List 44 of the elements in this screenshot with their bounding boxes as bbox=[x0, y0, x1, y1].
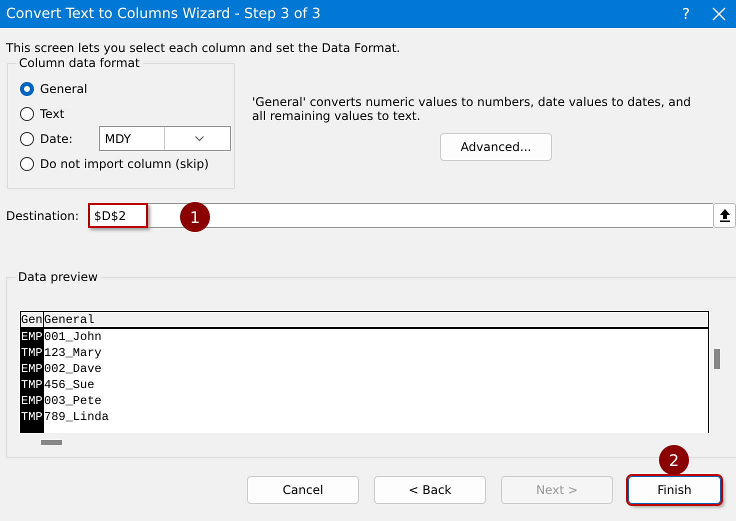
destination-value[interactable]: $D$2 bbox=[88, 203, 148, 228]
preview-cell: EMP bbox=[21, 361, 43, 377]
wizard-button[interactable]: Finish bbox=[628, 476, 721, 504]
preview-cell: EMP bbox=[21, 393, 43, 409]
preview-cell: TMP bbox=[21, 409, 43, 425]
preview-cell-text: 123_Mary bbox=[44, 345, 103, 361]
step-badge: 2 bbox=[659, 445, 689, 475]
column-header[interactable]: General bbox=[44, 312, 708, 329]
radio-label[interactable]: Text bbox=[40, 106, 64, 120]
close-icon[interactable] bbox=[712, 7, 726, 21]
radio-button[interactable] bbox=[20, 106, 34, 120]
wizard-button[interactable]: Cancel bbox=[247, 476, 359, 504]
wizard-button[interactable]: < Back bbox=[374, 476, 486, 504]
radio-label[interactable]: General bbox=[40, 82, 88, 96]
destination-label: Destination: bbox=[6, 208, 80, 222]
collapse-button[interactable] bbox=[713, 203, 736, 228]
upload-arrow-icon bbox=[720, 209, 730, 222]
step-badge: 1 bbox=[180, 202, 210, 232]
column-header[interactable]: Gen bbox=[21, 312, 43, 329]
preview-cell-text: 001_John bbox=[44, 329, 103, 345]
chevron-down-icon bbox=[195, 136, 204, 142]
description-text: 'General' converts numeric values to numbers, date values to dates, and all remaining values to text. bbox=[252, 95, 692, 123]
help-button[interactable]: ? bbox=[666, 5, 706, 23]
radio-label[interactable]: Date: bbox=[40, 132, 73, 146]
preview-cell: TMP bbox=[21, 345, 43, 361]
scrollbar-thumb[interactable] bbox=[714, 349, 720, 369]
group-label: Column data format bbox=[16, 56, 143, 70]
radio-label[interactable]: Do not import column (skip) bbox=[40, 156, 209, 170]
preview-cell: TMP bbox=[21, 377, 43, 393]
radio-button[interactable] bbox=[20, 132, 34, 146]
preview-cell-text: 002_Dave bbox=[44, 361, 103, 377]
radio-button[interactable] bbox=[20, 82, 34, 96]
radio-button[interactable] bbox=[20, 156, 34, 170]
date-format-dropdown[interactable]: MDY bbox=[98, 126, 231, 151]
instruction-text: This screen lets you select each column and set the Data Format. bbox=[6, 41, 402, 55]
preview-cell-text: 003_Pete bbox=[44, 393, 103, 409]
preview-cell-text: 456_Sue bbox=[44, 377, 96, 393]
selected-column[interactable]: Gen EMP TMP EMP TMP EMP TMP bbox=[21, 312, 44, 433]
preview-cell: EMP bbox=[21, 329, 43, 345]
window-title: Convert Text to Columns Wizard - Step 3 of 3 bbox=[6, 6, 322, 22]
preview-cell-text: 789_Linda bbox=[44, 409, 110, 425]
advanced-button[interactable]: Advanced... bbox=[440, 133, 552, 161]
group-label: Data preview bbox=[15, 270, 101, 284]
scrollbar-thumb[interactable] bbox=[41, 440, 62, 445]
